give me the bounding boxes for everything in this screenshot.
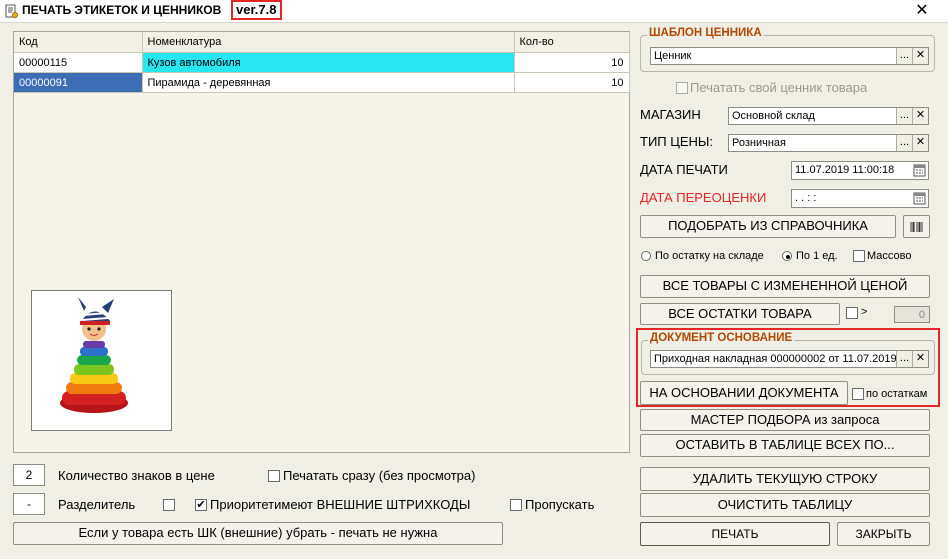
stock-min-value: 0 — [918, 309, 925, 321]
column-header-name[interactable]: Номенклатура — [142, 32, 515, 53]
own-tag-checkbox[interactable] — [676, 82, 688, 94]
doc-basis-select-button[interactable]: ... — [896, 351, 912, 367]
own-tag-label: Печатать свой ценник товара — [690, 80, 868, 95]
table-row[interactable]: 00000115 Кузов автомобиля 10 — [14, 52, 630, 73]
radio-one-unit[interactable] — [782, 251, 792, 261]
separator-value: - — [27, 497, 31, 511]
radio-one-unit-label: По 1 ед. — [796, 250, 838, 262]
wizard-button[interactable]: МАСТЕР ПОДБОРА из запроса — [640, 409, 930, 431]
by-document-button[interactable]: НА ОСНОВАНИИ ДОКУМЕНТА — [640, 381, 848, 405]
version-label: ver.7.8 — [231, 0, 282, 20]
price-digits-value: 2 — [25, 468, 33, 482]
close-button[interactable]: ЗАКРЫТЬ — [837, 522, 930, 546]
cell-qty[interactable]: 10 — [514, 52, 630, 73]
shop-select-button[interactable]: ... — [896, 108, 912, 124]
reval-date-field[interactable]: . . : : — [791, 189, 929, 208]
shop-value: Основной склад — [732, 110, 815, 122]
stock-min-field[interactable]: 0 — [894, 306, 930, 323]
mass-label: Массово — [867, 250, 912, 262]
print-now-checkbox[interactable] — [268, 470, 280, 482]
template-select-button[interactable]: ... — [896, 48, 912, 64]
table-row[interactable]: 00000091 Пирамида - деревянная 10 — [14, 72, 630, 93]
print-now-label: Печатать сразу (без просмотра) — [283, 468, 476, 483]
radio-by-stock-label: По остатку на складе — [655, 250, 764, 262]
close-window-icon[interactable]: ✕ — [912, 2, 932, 20]
price-type-label: ТИП ЦЕНЫ: — [640, 134, 714, 149]
column-header-code[interactable]: Код — [14, 32, 143, 53]
stock-min-checkbox[interactable] — [846, 307, 858, 319]
barcode-icon — [910, 222, 922, 232]
price-digits-label: Количество знаков в цене — [58, 468, 215, 483]
doc-basis-clear-icon[interactable]: ✕ — [912, 351, 928, 367]
leave-in-table-button[interactable]: ОСТАВИТЬ В ТАБЛИЦЕ ВСЕХ ПО... — [640, 434, 930, 457]
print-date-label: ДАТА ПЕЧАТИ — [640, 162, 728, 177]
select-from-catalog-button[interactable]: ПОДОБРАТЬ ИЗ СПРАВОЧНИКА — [640, 215, 896, 238]
column-header-qty[interactable]: Кол-во — [514, 32, 630, 53]
reval-date-value: . . : : — [795, 192, 817, 204]
separator-label: Разделитель — [58, 497, 136, 512]
doc-basis-group-title: ДОКУМЕНТ ОСНОВАНИЕ — [648, 332, 795, 344]
calendar-icon[interactable] — [913, 163, 926, 177]
cell-name[interactable]: Пирамида - деревянная — [142, 72, 515, 93]
cell-qty[interactable]: 10 — [514, 72, 630, 93]
separator-field[interactable]: - — [13, 493, 45, 515]
cell-name[interactable]: Кузов автомобиля — [142, 52, 515, 73]
price-type-select-button[interactable]: ... — [896, 135, 912, 151]
shop-label: МАГАЗИН — [640, 107, 701, 122]
separator-checkbox[interactable] — [163, 499, 175, 511]
all-changed-price-button[interactable]: ВСЕ ТОВАРЫ С ИЗМЕНЕННОЙ ЦЕНОЙ — [640, 275, 930, 298]
table-header-row: Код Номенклатура Кол-во — [14, 32, 630, 53]
mass-checkbox[interactable] — [853, 250, 865, 262]
price-digits-field[interactable]: 2 — [13, 464, 45, 486]
template-clear-icon[interactable]: ✕ — [912, 48, 928, 64]
greater-than-label: > — [861, 306, 868, 318]
template-value: Ценник — [654, 50, 692, 62]
barcode-scan-button[interactable] — [903, 215, 930, 238]
skip-label: Пропускать — [525, 497, 595, 512]
template-group-title: ШАБЛОН ЦЕННИКА — [647, 27, 764, 39]
cell-code[interactable]: 00000091 — [14, 72, 143, 93]
price-type-value: Розничная — [732, 137, 786, 149]
radio-by-stock[interactable] — [641, 251, 651, 261]
shop-clear-icon[interactable]: ✕ — [912, 108, 928, 124]
calendar-icon[interactable] — [913, 191, 926, 205]
cell-code[interactable]: 00000115 — [14, 52, 143, 73]
product-image — [31, 290, 172, 431]
price-type-clear-icon[interactable]: ✕ — [912, 135, 928, 151]
priority-checkbox[interactable]: ✔ — [195, 499, 207, 511]
title-bar: ПЕЧАТЬ ЭТИКЕТОК И ЦЕННИКОВ ver.7.8 ✕ — [0, 0, 948, 22]
checkmark-icon: ✔ — [196, 499, 206, 511]
print-date-field[interactable]: 11.07.2019 11:00:18 — [791, 161, 929, 180]
external-barcode-button[interactable]: Если у товара есть ШК (внешние) убрать -… — [13, 522, 503, 545]
print-date-value: 11.07.2019 11:00:18 — [795, 164, 895, 176]
delete-row-button[interactable]: УДАЛИТЬ ТЕКУЩУЮ СТРОКУ — [640, 467, 930, 491]
window-title: ПЕЧАТЬ ЭТИКЕТОК И ЦЕННИКОВ — [22, 3, 222, 17]
by-stock-label: по остаткам — [866, 388, 928, 400]
template-field[interactable]: Ценник — [650, 47, 929, 65]
skip-checkbox[interactable] — [510, 499, 522, 511]
by-stock-checkbox[interactable] — [852, 388, 864, 400]
print-button[interactable]: ПЕЧАТЬ — [640, 522, 830, 546]
doc-basis-value: Приходная накладная 000000002 от 11.07.2… — [654, 353, 906, 365]
priority-label: Приоритетимеют ВНЕШНИЕ ШТРИХКОДЫ — [210, 497, 471, 512]
reval-date-label: ДАТА ПЕРЕОЦЕНКИ — [640, 190, 767, 205]
app-document-icon — [4, 4, 18, 18]
pyramid-toy-picture — [60, 297, 128, 413]
doc-basis-field[interactable]: Приходная накладная 000000002 от 11.07.2… — [650, 350, 929, 368]
all-stock-button[interactable]: ВСЕ ОСТАТКИ ТОВАРА — [640, 303, 840, 325]
clear-table-button[interactable]: ОЧИСТИТЬ ТАБЛИЦУ — [640, 493, 930, 517]
